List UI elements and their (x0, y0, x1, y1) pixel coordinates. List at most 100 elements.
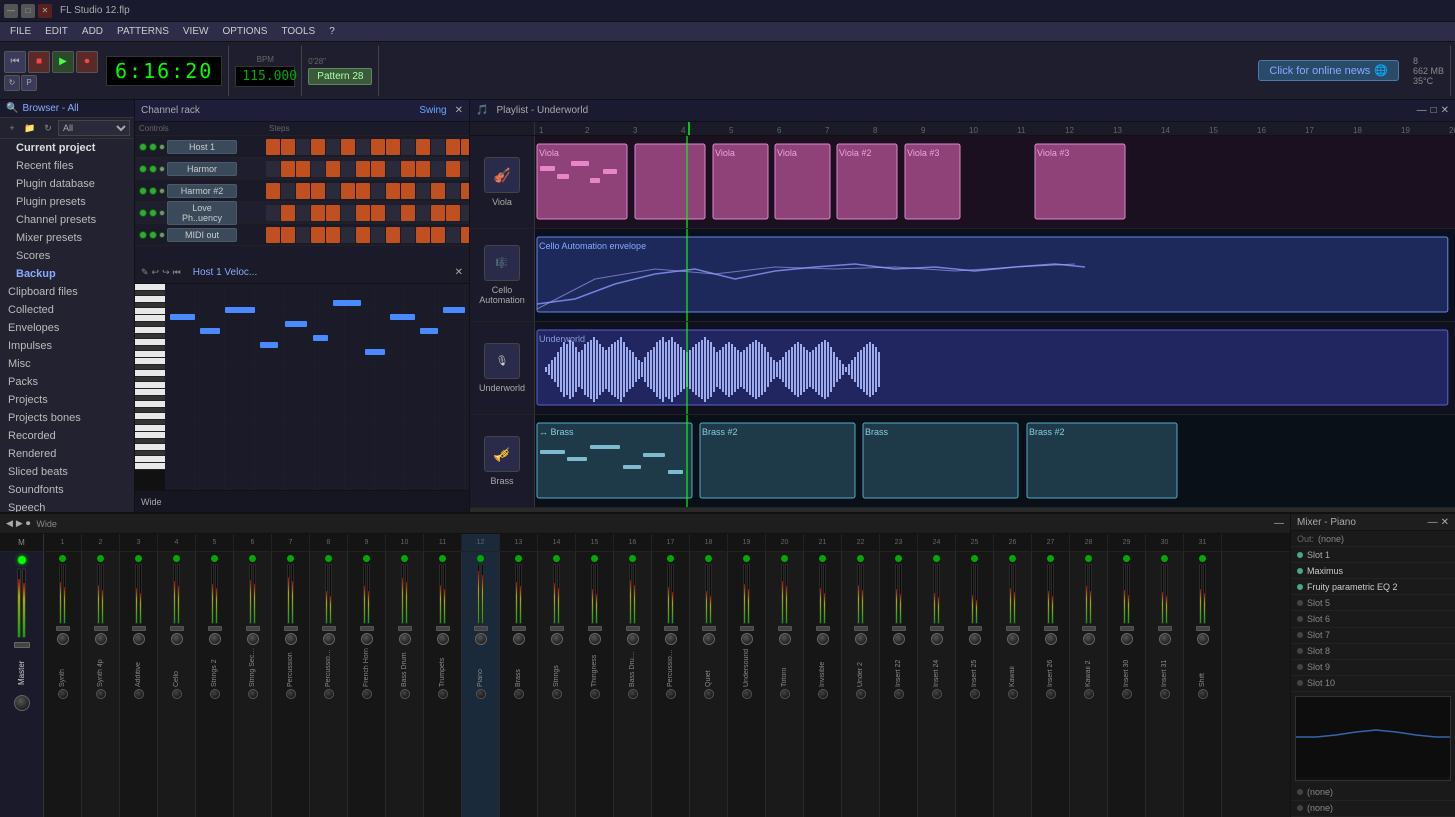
ch-active-led[interactable] (553, 555, 560, 562)
ch-send-knob[interactable] (210, 689, 220, 699)
sidebar-item-plugin-database[interactable]: Plugin database (0, 175, 134, 193)
ch-send-knob[interactable] (324, 689, 334, 699)
piano-grid[interactable] (165, 284, 469, 490)
slot-maximus[interactable]: Maximus (1291, 563, 1455, 579)
ch-send-knob[interactable] (1198, 689, 1208, 699)
menu-file[interactable]: FILE (4, 25, 37, 38)
ch-send-knob[interactable] (932, 689, 942, 699)
slot-fruity-eq[interactable]: Fruity parametric EQ 2 (1291, 579, 1455, 595)
piano-key[interactable] (135, 382, 165, 389)
ch-knob-send[interactable] (551, 633, 563, 645)
ch-active-led[interactable] (287, 555, 294, 562)
piano-key[interactable] (135, 315, 165, 322)
folder-icon[interactable]: 📁 (22, 120, 38, 136)
minimize-icon[interactable]: — (4, 4, 18, 18)
sidebar-item-projects[interactable]: Projects (0, 391, 134, 409)
cell[interactable] (446, 227, 460, 243)
mixer-channel-strings[interactable]: Strings (538, 552, 576, 817)
mix-next-btn[interactable]: ▶ (16, 518, 23, 529)
ch-send-knob[interactable] (400, 689, 410, 699)
rec-btn[interactable]: ⏺ (76, 51, 98, 73)
right-close[interactable]: ✕ (1441, 517, 1449, 528)
cell[interactable] (281, 161, 295, 177)
ch-knob-send[interactable] (855, 633, 867, 645)
mixer-channel-totoro[interactable]: Totoro (766, 552, 804, 817)
cell[interactable] (326, 205, 340, 221)
mixer-channels-scroll[interactable]: Master Synth Synth 4p (0, 552, 1290, 817)
cell[interactable] (371, 161, 385, 177)
underworld-content[interactable]: Underworld (535, 322, 1455, 414)
ch-active-led[interactable] (211, 555, 218, 562)
ch-knob-send[interactable] (133, 633, 145, 645)
minimize-playlist[interactable]: — (1417, 105, 1427, 116)
ch-send-knob[interactable] (1160, 689, 1170, 699)
cell[interactable] (461, 161, 469, 177)
sidebar-item-clipboard[interactable]: Clipboard files (0, 283, 134, 301)
ch-send-knob[interactable] (438, 689, 448, 699)
piano-key[interactable] (135, 463, 165, 470)
cell[interactable] (266, 183, 280, 199)
stop-btn[interactable]: ■ (28, 51, 50, 73)
ch-knob-send[interactable] (1159, 633, 1171, 645)
ch-send-knob[interactable] (1008, 689, 1018, 699)
ch-send-knob[interactable] (780, 689, 790, 699)
cell[interactable] (416, 227, 430, 243)
piano-key[interactable] (135, 413, 165, 420)
cell[interactable] (431, 183, 445, 199)
mixer-channel-quiet[interactable]: Quiet (690, 552, 728, 817)
love-name[interactable]: Love Ph..uency (167, 201, 237, 225)
window-controls[interactable]: — □ ✕ (4, 4, 52, 18)
mixer-channel-insert-24[interactable]: Insert 24 (918, 552, 956, 817)
cell[interactable] (401, 205, 415, 221)
mixer-channel-percussion-3[interactable]: Percussion 3 (652, 552, 690, 817)
mixer-channel-percussion-2[interactable]: Percussion 2 (310, 552, 348, 817)
ch-active-led[interactable] (895, 555, 902, 562)
ch-active-led[interactable] (135, 555, 142, 562)
mixer-channel-additive[interactable]: Additive (120, 552, 158, 817)
mixer-channel-undersound[interactable]: Undersound (728, 552, 766, 817)
mixer-channel-shift[interactable]: Shift (1184, 552, 1222, 817)
cell[interactable] (356, 139, 370, 155)
cell[interactable] (311, 183, 325, 199)
love-mute[interactable] (149, 209, 157, 217)
menu-edit[interactable]: EDIT (39, 25, 74, 38)
piano-key[interactable] (135, 370, 165, 377)
ch-active-led[interactable] (515, 555, 522, 562)
cell[interactable] (371, 183, 385, 199)
loop-btn[interactable]: ↻ (4, 75, 20, 91)
menu-options[interactable]: OPTIONS (216, 25, 273, 38)
harmor-mute[interactable] (149, 165, 157, 173)
mixer-channel-strings-2[interactable]: Strings 2 (196, 552, 234, 817)
ch-send-knob[interactable] (1084, 689, 1094, 699)
cell[interactable] (356, 227, 370, 243)
sidebar-item-envelopes[interactable]: Envelopes (0, 319, 134, 337)
cell[interactable] (341, 139, 355, 155)
ch-active-led[interactable] (743, 555, 750, 562)
sidebar-item-recent-files[interactable]: Recent files (0, 157, 134, 175)
love-solo[interactable] (159, 210, 165, 216)
pr-tool-4[interactable]: ⏮ (173, 267, 181, 278)
mixer-channel-kawaii-2[interactable]: Kawaii 2 (1070, 552, 1108, 817)
ch-knob-send[interactable] (931, 633, 943, 645)
mixer-channel-insert-26[interactable]: Insert 26 (1032, 552, 1070, 817)
ch-knob-send[interactable] (589, 633, 601, 645)
sidebar-item-sliced-beats[interactable]: Sliced beats (0, 463, 134, 481)
mixer-channel-piano[interactable]: Piano (462, 552, 500, 817)
piano-key[interactable] (135, 339, 165, 346)
ch-knob-send[interactable] (779, 633, 791, 645)
cell[interactable] (341, 183, 355, 199)
mixer-channel-bass-drum[interactable]: Bass Drum (386, 552, 424, 817)
ch-knob-send[interactable] (1197, 633, 1209, 645)
harmor-name[interactable]: Harmor (167, 162, 237, 176)
piano-key[interactable] (135, 432, 165, 439)
cell[interactable] (296, 205, 310, 221)
ch-knob-send[interactable] (513, 633, 525, 645)
cell[interactable] (461, 183, 469, 199)
cell[interactable] (326, 227, 340, 243)
piano-key[interactable] (135, 389, 165, 396)
mixer-channel-trumpets[interactable]: Trumpets (424, 552, 462, 817)
piano-roll-close[interactable]: ✕ (455, 267, 463, 278)
mixer-channel-brass[interactable]: Brass (500, 552, 538, 817)
cell[interactable] (341, 227, 355, 243)
master-led[interactable] (18, 556, 26, 564)
